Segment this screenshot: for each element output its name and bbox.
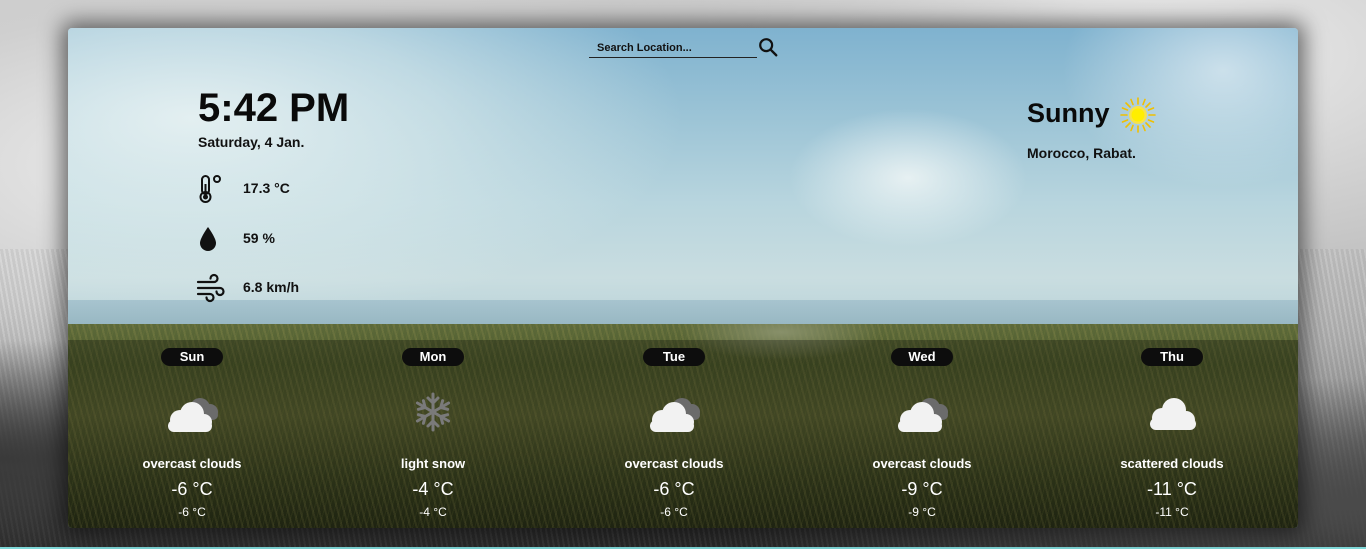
day-label: Wed (891, 348, 953, 366)
current-location: Morocco, Rabat. (1027, 145, 1136, 161)
day-label: Tue (643, 348, 705, 366)
forecast-low-temp: -4 °C (419, 505, 447, 519)
water-drop-icon (200, 227, 216, 251)
day-label: Thu (1141, 348, 1203, 366)
day-label: Sun (161, 348, 223, 366)
forecast-temp: -6 °C (653, 479, 695, 499)
current-condition: Sunny (1027, 98, 1110, 128)
forecast-low-temp: -6 °C (660, 505, 688, 519)
forecast-day: Mon light snow -4 °C -4 °C (323, 346, 543, 526)
forecast-low-temp: -6 °C (178, 505, 206, 519)
overcast-clouds-icon (898, 398, 948, 432)
search-bar (589, 36, 779, 60)
search-input[interactable] (589, 38, 757, 58)
wind-value: 6.8 km/h (243, 279, 300, 295)
search-icon[interactable] (757, 36, 779, 58)
forecast-day: Tue overcast clouds -6 °C -6 °C (564, 346, 784, 526)
forecast-day: Thu scattered clouds -11 °C -11 °C (1062, 346, 1282, 526)
scattered-clouds-icon (1150, 398, 1196, 430)
forecast-temp: -6 °C (171, 479, 213, 499)
forecast-low-temp: -9 °C (908, 505, 936, 519)
temperature-value: 17.3 °C (243, 180, 290, 196)
forecast-temp: -11 °C (1147, 479, 1197, 499)
forecast-description: overcast clouds (872, 456, 972, 471)
forecast-description: scattered clouds (1120, 456, 1224, 471)
forecast-description: overcast clouds (624, 456, 724, 471)
current-date: Saturday, 4 Jan. (198, 134, 305, 150)
forecast-day: Sun overcast clouds -6 °C -6 °C (82, 346, 302, 526)
forecast-temp: -4 °C (412, 479, 454, 499)
sun-icon (1120, 97, 1156, 133)
wind-icon (196, 273, 225, 303)
day-label: Mon (402, 348, 464, 366)
snowflake-icon (415, 392, 451, 432)
forecast-day: Wed overcast clouds -9 °C -9 °C (812, 346, 1032, 526)
overcast-clouds-icon (168, 398, 218, 432)
thermometer-icon (199, 175, 221, 203)
sky-cloud (68, 28, 688, 328)
forecast-description: overcast clouds (142, 456, 242, 471)
forecast-description: light snow (400, 456, 466, 471)
weather-card: 5:42 PM Saturday, 4 Jan. 17.3 °C 59 % 6.… (68, 28, 1298, 528)
forecast-temp: -9 °C (901, 479, 943, 499)
forecast-low-temp: -11 °C (1155, 505, 1189, 519)
sky-cloud (788, 108, 1028, 248)
humidity-value: 59 % (243, 230, 275, 246)
current-time: 5:42 PM (198, 86, 350, 130)
overcast-clouds-icon (650, 398, 700, 432)
